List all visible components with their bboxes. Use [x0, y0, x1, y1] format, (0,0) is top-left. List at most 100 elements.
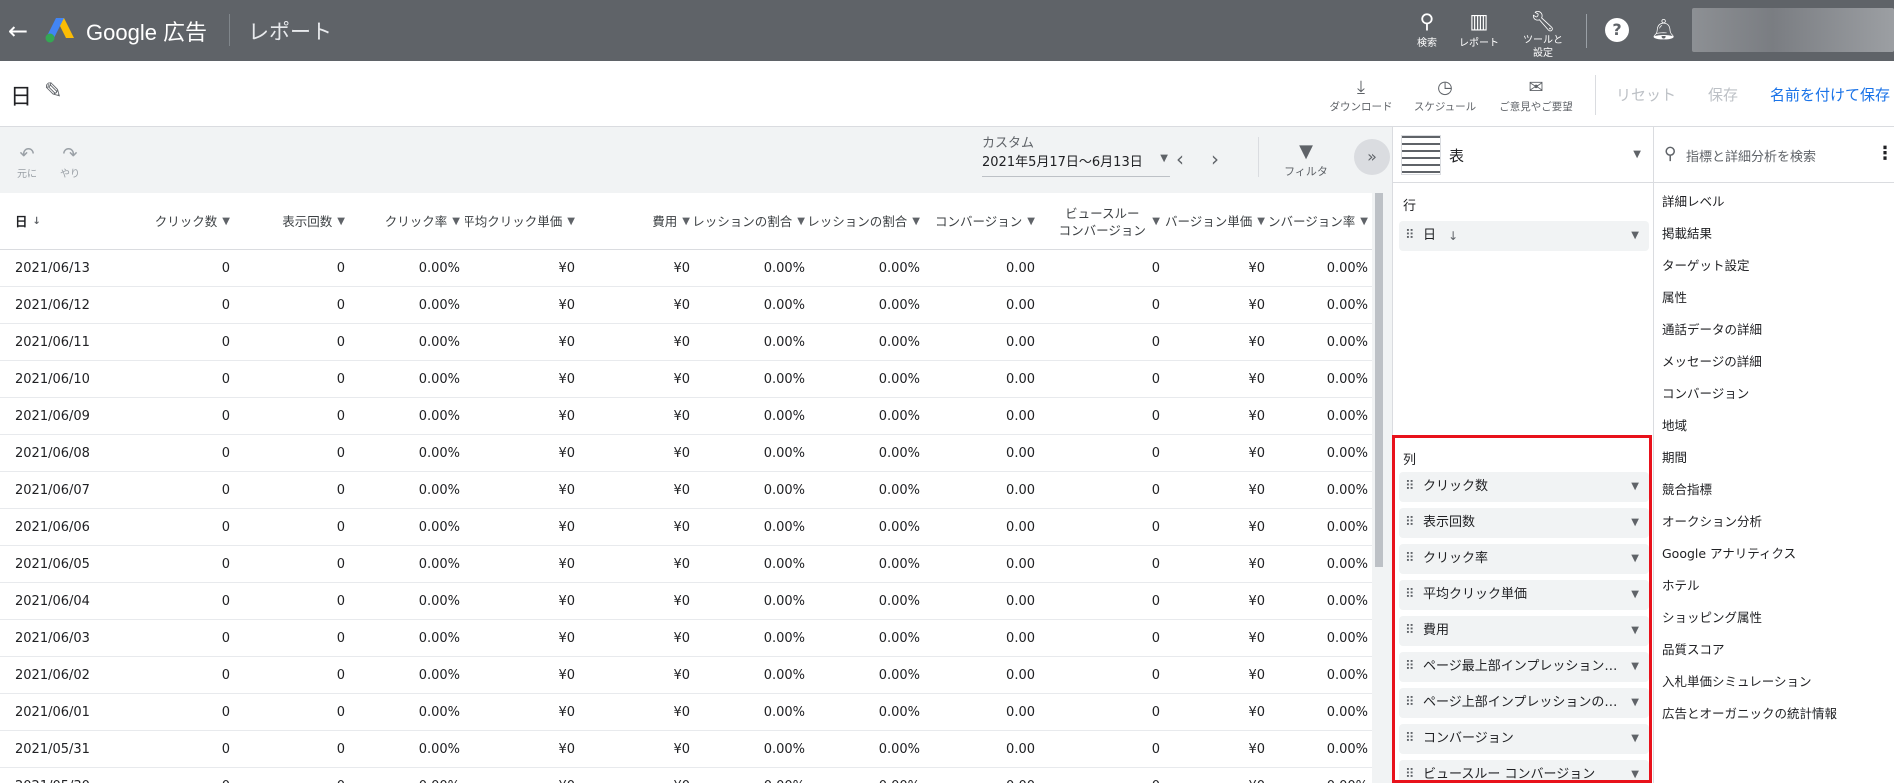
chevron-down-icon: ▼	[1257, 216, 1265, 227]
metric-category[interactable]: 属性	[1662, 287, 1687, 306]
drag-handle-icon[interactable]: ⠿	[1405, 472, 1414, 502]
visualization-selector[interactable]: 表 ▼	[1393, 127, 1655, 183]
table-cell: 0.00%	[878, 261, 920, 276]
collapse-panel-icon[interactable]: »	[1354, 139, 1390, 175]
column-header[interactable]: コンバージョン単価 ▼	[1165, 193, 1265, 250]
table-cell: 0.00%	[1326, 742, 1368, 757]
table-scrollbar[interactable]	[1372, 193, 1392, 783]
scrollbar-thumb[interactable]	[1375, 193, 1383, 567]
previous-period-icon[interactable]: ‹	[1176, 147, 1184, 171]
chevron-down-icon: ▼	[222, 216, 230, 227]
column-header[interactable]: ビュースルー コンバージョン ▼	[1045, 193, 1160, 250]
drag-handle-icon[interactable]: ⠿	[1405, 724, 1414, 754]
drag-handle-icon[interactable]: ⠿	[1405, 221, 1414, 251]
metric-category[interactable]: 詳細レベル	[1662, 191, 1725, 210]
column-header[interactable]: コンバージョン ▼	[925, 193, 1035, 250]
drag-handle-icon[interactable]: ⠿	[1405, 616, 1414, 646]
schedule-button[interactable]: ◷ スケジュール	[1412, 77, 1478, 114]
column-chip[interactable]: ⠿ 表示回数 ▼	[1399, 508, 1649, 538]
metrics-search-input[interactable]: 指標と詳細分析を検索	[1686, 146, 1816, 165]
drag-handle-icon[interactable]: ⠿	[1405, 508, 1414, 538]
help-icon[interactable]: ?	[1605, 18, 1629, 42]
metric-category[interactable]: 地域	[1662, 415, 1687, 434]
metric-category[interactable]: 期間	[1662, 447, 1687, 466]
table-cell: 0	[1151, 631, 1160, 646]
feedback-icon: ✉	[1528, 77, 1544, 98]
feedback-button[interactable]: ✉ ご意見やご要望	[1496, 77, 1576, 114]
reset-button[interactable]: リセット	[1616, 84, 1676, 105]
column-header[interactable]: 平均クリック単価 ▼	[465, 193, 575, 250]
metric-category[interactable]: メッセージの詳細	[1662, 351, 1762, 370]
tools-settings-button[interactable]: 🔧︎ ツールと設定	[1513, 8, 1573, 60]
metric-category[interactable]: 掲載結果	[1662, 223, 1712, 242]
table-cell: 0.00	[1006, 668, 1035, 683]
column-chip[interactable]: ⠿ ページ上部インプレッションの割合 ▼	[1399, 688, 1649, 718]
undo-button[interactable]: ↶ 元に	[10, 145, 44, 181]
column-header[interactable]: 費用 ▼	[580, 193, 690, 250]
search-button[interactable]: ⚲ 検索	[1397, 8, 1457, 49]
metric-category[interactable]: 通話データの詳細	[1662, 319, 1762, 338]
redo-button[interactable]: ↷ やり	[53, 145, 87, 181]
metric-category[interactable]: コンバージョン	[1662, 383, 1749, 402]
filter-button[interactable]: ▼ フィルタ	[1284, 141, 1328, 179]
metric-category[interactable]: Google アナリティクス	[1662, 543, 1796, 562]
table-cell: 0.00%	[763, 261, 805, 276]
table-cell: 0	[336, 298, 345, 313]
save-as-button[interactable]: 名前を付けて保存	[1770, 84, 1890, 105]
more-vert-icon[interactable]: ⋮	[1876, 143, 1894, 164]
column-chip[interactable]: ⠿ ページ最上部インプレッションの割合 ▼	[1399, 652, 1649, 682]
table-cell: ¥0	[1248, 594, 1265, 609]
column-header[interactable]: ページ上部インプレッションの割合 ▼	[810, 193, 920, 250]
column-chip-label: 平均クリック単価	[1423, 587, 1528, 602]
metrics-search[interactable]: ⚲ 指標と詳細分析を検索 ⋮	[1654, 127, 1894, 183]
row-chip[interactable]: ⠿ 日 ↓ ▼	[1399, 221, 1649, 251]
drag-handle-icon[interactable]: ⠿	[1405, 580, 1414, 610]
table-cell: ¥0	[1248, 372, 1265, 387]
save-button[interactable]: 保存	[1708, 84, 1738, 105]
metric-category[interactable]: 品質スコア	[1662, 639, 1725, 658]
table-cell: 0.00%	[763, 446, 805, 461]
metric-category[interactable]: ホテル	[1662, 575, 1700, 594]
metric-category[interactable]: ショッピング属性	[1662, 607, 1762, 626]
drag-handle-icon[interactable]: ⠿	[1405, 544, 1414, 574]
next-period-icon[interactable]: ›	[1211, 147, 1219, 171]
metric-category[interactable]: 入札単価シミュレーション	[1662, 671, 1812, 690]
metric-category[interactable]: オークション分析	[1662, 511, 1762, 530]
table-cell: 0.00%	[763, 520, 805, 535]
back-arrow-icon[interactable]: ←	[8, 17, 36, 45]
table-row: 2021/05/30000.00%¥0¥00.00%0.00%0.000¥00.…	[0, 768, 1372, 783]
column-header[interactable]: ページ最上部インプレッションの割合 ▼	[695, 193, 805, 250]
row-chip-label: 日	[1423, 228, 1437, 243]
edit-pencil-icon[interactable]: ✎	[44, 79, 62, 104]
metric-category[interactable]: ターゲット設定	[1662, 255, 1750, 274]
column-header[interactable]: 日 ↓	[15, 193, 41, 250]
table-cell: ¥0	[673, 335, 690, 350]
notifications-bell-icon[interactable]: 🔔︎	[1651, 17, 1676, 41]
drag-handle-icon[interactable]: ⠿	[1405, 760, 1414, 783]
column-chip[interactable]: ⠿ 平均クリック単価 ▼	[1399, 580, 1649, 610]
table-cell: ¥0	[558, 372, 575, 387]
column-header[interactable]: 表示回数 ▼	[235, 193, 345, 250]
column-chip[interactable]: ⠿ ビュースルー コンバージョン ▼	[1399, 760, 1649, 783]
download-button[interactable]: ⤓ ダウンロード	[1328, 77, 1394, 114]
date-range-selector[interactable]: 2021年5月17日～6月13日 ▼	[982, 151, 1170, 177]
metric-category[interactable]: 広告とオーガニックの統計情報	[1662, 703, 1837, 722]
column-chip[interactable]: ⠿ 費用 ▼	[1399, 616, 1649, 646]
column-chip[interactable]: ⠿ クリック数 ▼	[1399, 472, 1649, 502]
column-chip[interactable]: ⠿ コンバージョン ▼	[1399, 724, 1649, 754]
column-header[interactable]: コンバージョン率 ▼	[1268, 193, 1368, 250]
table-cell: 0.00%	[763, 372, 805, 387]
download-label: ダウンロード	[1329, 101, 1393, 113]
drag-handle-icon[interactable]: ⠿	[1405, 688, 1414, 718]
drag-handle-icon[interactable]: ⠿	[1405, 652, 1414, 682]
column-chip[interactable]: ⠿ クリック率 ▼	[1399, 544, 1649, 574]
column-header[interactable]: クリック数 ▼	[120, 193, 230, 250]
table-cell: ¥0	[673, 372, 690, 387]
metric-category[interactable]: 競合指標	[1662, 479, 1712, 498]
sort-arrow-icon: ↓	[1448, 229, 1459, 243]
reports-button[interactable]: ▥ レポート	[1449, 8, 1509, 49]
table-cell: 0.00%	[878, 483, 920, 498]
chevron-down-icon: ▼	[1360, 216, 1368, 227]
account-avatar[interactable]	[1692, 8, 1894, 52]
column-header[interactable]: クリック率 ▼	[350, 193, 460, 250]
